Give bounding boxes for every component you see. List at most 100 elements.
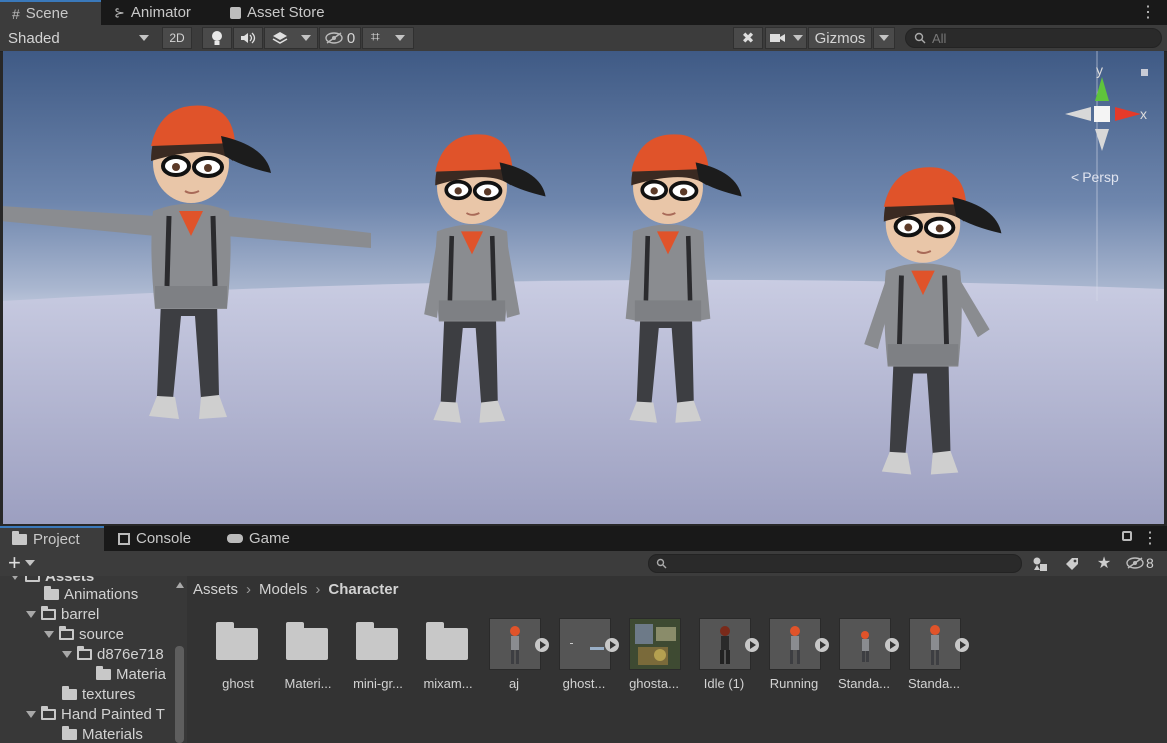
model-thumbnail xyxy=(699,618,751,670)
tab-game-label: Game xyxy=(249,530,290,547)
tree-item-label: Materials xyxy=(82,725,143,743)
tab-asset-store[interactable]: Asset Store xyxy=(218,0,348,25)
scrollbar-thumb[interactable] xyxy=(175,646,184,743)
filter-by-label-button[interactable] xyxy=(1062,555,1082,573)
breadcrumb-assets[interactable]: Assets xyxy=(193,581,238,598)
chevron-left-icon: < xyxy=(1071,169,1080,185)
animator-icon: ⊱ xyxy=(114,4,125,20)
tab-asset-store-label: Asset Store xyxy=(247,4,325,21)
tree-item-label: textures xyxy=(82,685,136,703)
plus-icon: + xyxy=(8,550,21,575)
project-content-area: Assets › Models › Character ghost Materi… xyxy=(187,576,1167,743)
shapes-icon xyxy=(1033,557,1047,571)
tab-animator-label: Animator xyxy=(130,4,191,21)
projection-toggle[interactable]: < Persp xyxy=(1071,169,1119,185)
create-asset-dropdown[interactable]: + xyxy=(8,552,35,574)
lighting-toggle-button[interactable] xyxy=(202,27,232,49)
layers-icon xyxy=(272,32,287,44)
favorites-star-icon[interactable]: ★ xyxy=(1094,554,1114,572)
tab-project[interactable]: Project xyxy=(0,526,104,551)
gizmos-button[interactable]: Gizmos xyxy=(808,27,872,49)
more-menu-icon[interactable]: ⋮ xyxy=(1140,3,1156,23)
hidden-packages-button[interactable]: 8 xyxy=(1126,554,1154,572)
hidden-packages-count: 8 xyxy=(1146,555,1154,571)
tree-item-label: Hand Painted T xyxy=(61,705,165,723)
folder-icon xyxy=(426,622,468,660)
play-preview-icon[interactable] xyxy=(955,638,969,652)
project-search-input[interactable] xyxy=(648,554,1022,573)
folder-icon xyxy=(62,725,77,740)
tree-item-materials[interactable]: Materials xyxy=(62,724,143,743)
folder-open-icon xyxy=(41,705,56,720)
folder-icon xyxy=(286,622,328,660)
tree-scrollbar[interactable] xyxy=(173,576,186,743)
play-preview-icon[interactable] xyxy=(745,638,759,652)
model-thumbnail xyxy=(769,618,821,670)
tab-project-label: Project xyxy=(33,531,80,548)
audio-toggle-button[interactable] xyxy=(233,27,263,49)
folder-icon xyxy=(44,585,59,600)
folder-open-icon xyxy=(77,645,92,660)
folder-open-icon xyxy=(41,605,56,620)
texture-thumbnail xyxy=(629,618,681,670)
tree-item-barrel[interactable]: barrel xyxy=(26,604,99,624)
tab-scene[interactable]: # Scene xyxy=(0,0,101,25)
tab-console-label: Console xyxy=(136,530,192,547)
console-icon xyxy=(118,532,130,545)
tab-game[interactable]: Game xyxy=(215,526,315,551)
tab-scene-label: Scene xyxy=(25,5,69,22)
gamepad-icon xyxy=(227,534,243,543)
shading-mode-dropdown[interactable]: Shaded xyxy=(0,27,155,49)
hidden-count: 0 xyxy=(346,29,356,47)
grid-icon: # xyxy=(12,5,20,22)
tree-item-d876e718[interactable]: d876e718 xyxy=(62,644,164,664)
filter-by-type-button[interactable] xyxy=(1030,555,1050,573)
chevron-down-icon xyxy=(879,35,889,41)
2d-toggle-button[interactable]: 2D xyxy=(162,27,192,49)
more-menu-icon[interactable]: ⋮ xyxy=(1142,529,1158,549)
project-folder-tree: Assets Animations barrel source d876e718… xyxy=(0,576,187,743)
shading-mode-value: Shaded xyxy=(8,29,60,47)
tree-item-textures[interactable]: textures xyxy=(62,684,135,704)
camera-dropdown[interactable] xyxy=(765,27,807,49)
scene-search-input[interactable]: All xyxy=(905,28,1162,48)
play-preview-icon[interactable] xyxy=(535,638,549,652)
breadcrumb-character[interactable]: Character xyxy=(328,581,398,598)
tab-console[interactable]: Console xyxy=(106,526,216,551)
grid-snap-dropdown[interactable]: ⌗ xyxy=(362,27,414,49)
tree-item-materia[interactable]: Materia xyxy=(96,664,166,684)
chevron-down-icon xyxy=(139,35,149,41)
tree-item-hand-painted[interactable]: Hand Painted T xyxy=(26,704,165,724)
search-icon xyxy=(656,558,667,569)
tree-item-label: Animations xyxy=(64,585,139,603)
project-toolbar: + ★ 8 xyxy=(0,551,1167,577)
scene-viewport[interactable]: y x < Persp xyxy=(3,51,1164,524)
lock-icon[interactable] xyxy=(1122,531,1132,541)
folder-icon xyxy=(12,531,27,545)
gizmos-dropdown[interactable] xyxy=(873,27,895,49)
tree-item-animations[interactable]: Animations xyxy=(44,584,138,604)
bag-icon xyxy=(230,6,241,19)
breadcrumb-models[interactable]: Models xyxy=(259,581,307,598)
tree-item-source[interactable]: source xyxy=(44,624,124,644)
play-preview-icon[interactable] xyxy=(605,638,619,652)
tab-animator[interactable]: ⊱ Animator xyxy=(102,0,212,25)
model-thumbnail xyxy=(909,618,961,670)
scroll-up-icon[interactable] xyxy=(176,582,184,588)
tree-item-label: barrel xyxy=(61,605,100,623)
gizmos-label: Gizmos xyxy=(814,29,866,47)
2d-label: 2D xyxy=(169,31,185,45)
play-preview-icon[interactable] xyxy=(885,638,899,652)
camera-icon xyxy=(769,34,785,42)
folder-icon xyxy=(356,622,398,660)
tree-item-label: source xyxy=(79,625,125,643)
grid-snap-icon: ⌗ xyxy=(370,29,380,46)
scene-visibility-button[interactable]: 0 xyxy=(319,27,361,49)
model-thumbnail xyxy=(559,618,611,670)
tools-button[interactable]: ✖ xyxy=(733,27,763,49)
tree-item-label: Materia xyxy=(116,665,167,683)
folder-open-icon xyxy=(59,625,74,640)
folder-open-icon xyxy=(25,576,40,582)
effects-dropdown[interactable] xyxy=(264,27,318,49)
play-preview-icon[interactable] xyxy=(815,638,829,652)
